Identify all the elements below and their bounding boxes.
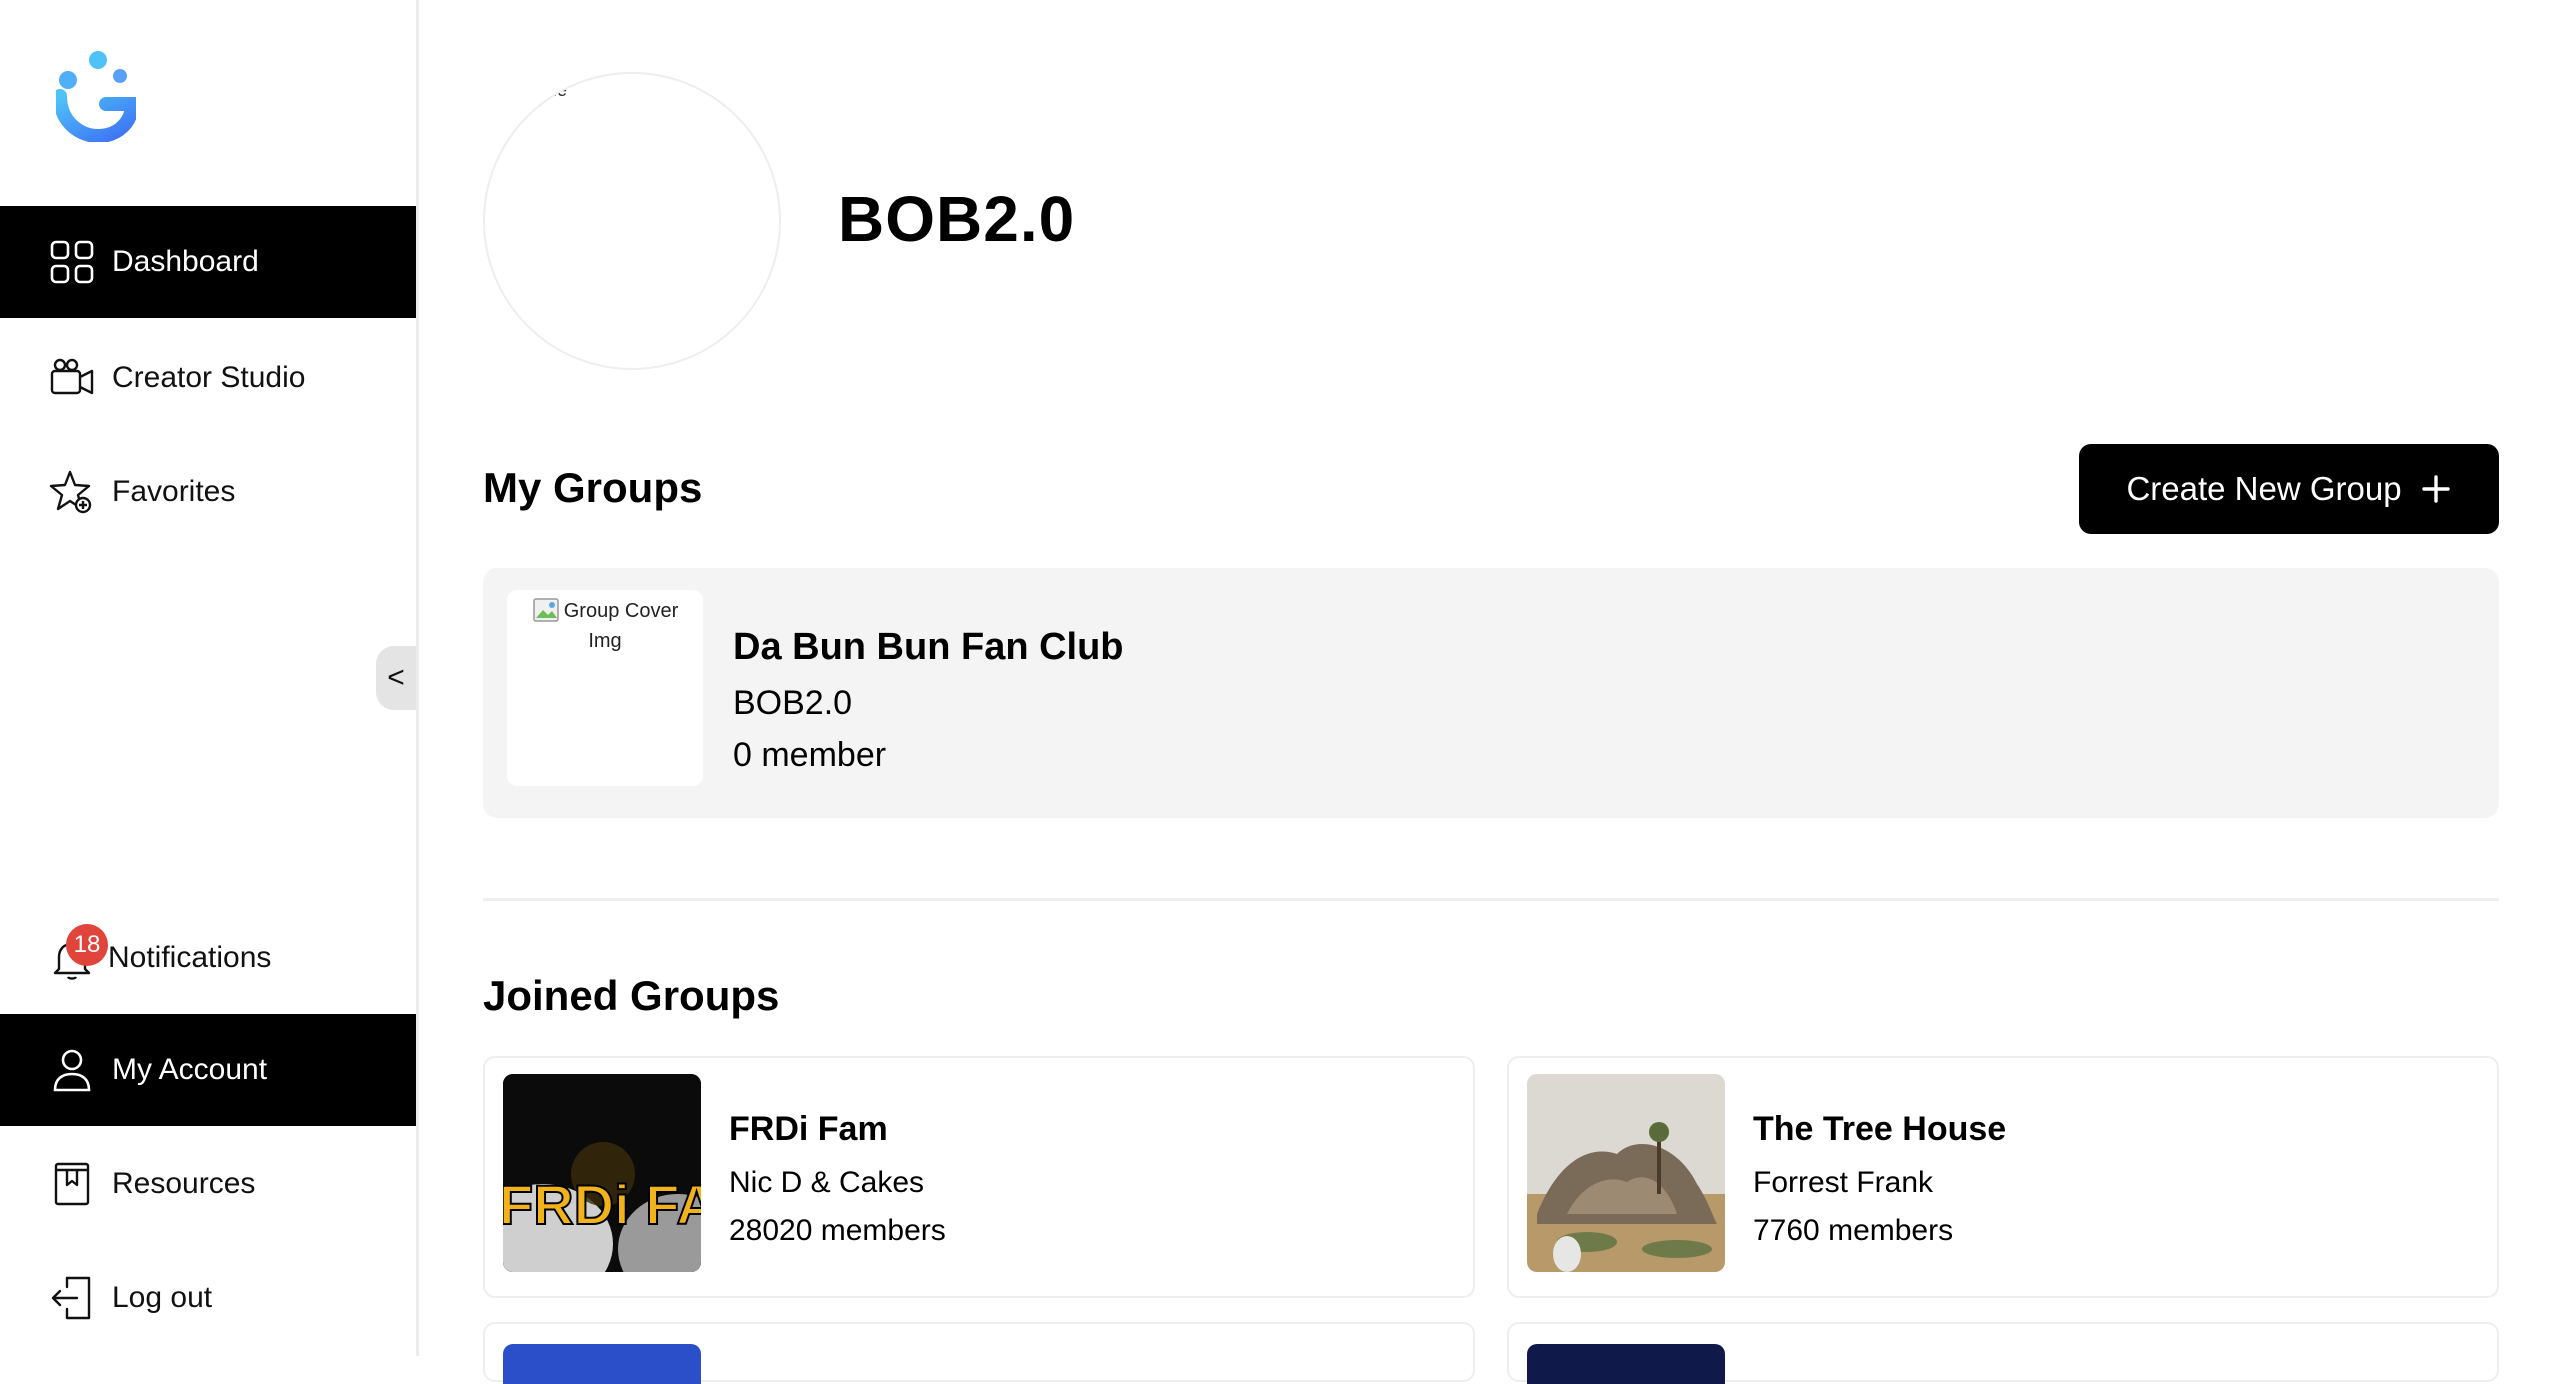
group-cover-image: Group Cover Img <box>507 590 703 786</box>
my-groups-title: My Groups <box>483 464 703 511</box>
notification-count-badge: 18 <box>66 924 108 966</box>
sidebar-item-label: Resources <box>112 1167 256 1200</box>
star-icon <box>48 468 96 516</box>
group-cover-alt-text: Group Cover Img <box>563 600 679 652</box>
group-thumbnail <box>1527 1074 1725 1272</box>
profile-name: BOB2.0 <box>838 183 1076 255</box>
avatar-alt-text: ile <box>549 80 568 100</box>
sidebar-item-label: Notifications <box>108 941 272 974</box>
app-logo[interactable] <box>53 50 140 144</box>
group-owner: BOB2.0 <box>733 684 853 722</box>
group-name: The Tree House <box>1753 1110 2007 1148</box>
group-member-count: 28020 members <box>729 1214 946 1247</box>
group-thumbnail <box>503 1344 701 1384</box>
joined-group-card[interactable] <box>483 1322 1475 1384</box>
sidebar-item-resources[interactable]: Resources <box>0 1128 416 1240</box>
group-member-count: 0 member <box>733 736 887 774</box>
logout-icon <box>48 1274 96 1322</box>
sidebar-item-log-out[interactable]: Log out <box>0 1242 416 1354</box>
main-content: ile BOB2.0 My Groups Create New Group Gr… <box>419 0 2560 1384</box>
group-owner: Forrest Frank <box>1753 1166 1934 1199</box>
sidebar-item-label: Dashboard <box>112 245 259 278</box>
create-new-group-label: Create New Group <box>2126 470 2402 507</box>
sidebar-item-label: My Account <box>112 1053 268 1086</box>
profile-avatar[interactable]: ile <box>483 72 781 370</box>
sidebar-item-creator-studio[interactable]: Creator Studio <box>0 322 416 434</box>
group-owner: Nic D & Cakes <box>729 1166 925 1199</box>
sidebar-item-label: Favorites <box>112 475 236 508</box>
joined-group-card[interactable]: FRDi FAM FRDi Fam Nic D & Cakes 28020 me… <box>483 1056 1475 1298</box>
group-thumbnail: FRDi FAM <box>503 1074 701 1272</box>
group-member-count: 7760 members <box>1753 1214 1954 1247</box>
thumbnail-text: FRDi FAM <box>503 1173 701 1236</box>
sidebar-item-favorites[interactable]: Favorites <box>0 436 416 548</box>
sidebar: Dashboard Creator Studio Favorites < 18 <box>0 0 419 1356</box>
group-name: Da Bun Bun Fan Club <box>733 626 1124 668</box>
sidebar-item-notifications[interactable]: Notifications <box>0 902 416 1014</box>
sidebar-item-label: Log out <box>112 1281 213 1314</box>
user-icon <box>48 1046 96 1094</box>
group-thumbnail <box>1527 1344 1725 1384</box>
joined-group-card[interactable]: The Tree House Forrest Frank 7760 member… <box>1507 1056 2499 1298</box>
plus-icon <box>2421 475 2450 503</box>
sidebar-item-my-account[interactable]: My Account <box>0 1014 416 1126</box>
sidebar-item-dashboard[interactable]: Dashboard <box>0 206 416 318</box>
sidebar-item-label: Creator Studio <box>112 361 306 394</box>
create-new-group-button[interactable]: Create New Group <box>2079 444 2499 534</box>
collapse-sidebar-button[interactable]: < <box>376 646 416 710</box>
section-divider <box>483 898 2499 901</box>
grid-icon <box>48 238 96 286</box>
my-group-card[interactable]: Group Cover Img Da Bun Bun Fan Club BOB2… <box>483 568 2499 818</box>
joined-groups-title: Joined Groups <box>483 972 780 1019</box>
book-icon <box>48 1160 96 1208</box>
group-name: FRDi Fam <box>729 1110 888 1148</box>
broken-image-icon <box>533 598 559 622</box>
joined-group-card[interactable] <box>1507 1322 2499 1384</box>
video-camera-icon <box>48 354 96 402</box>
